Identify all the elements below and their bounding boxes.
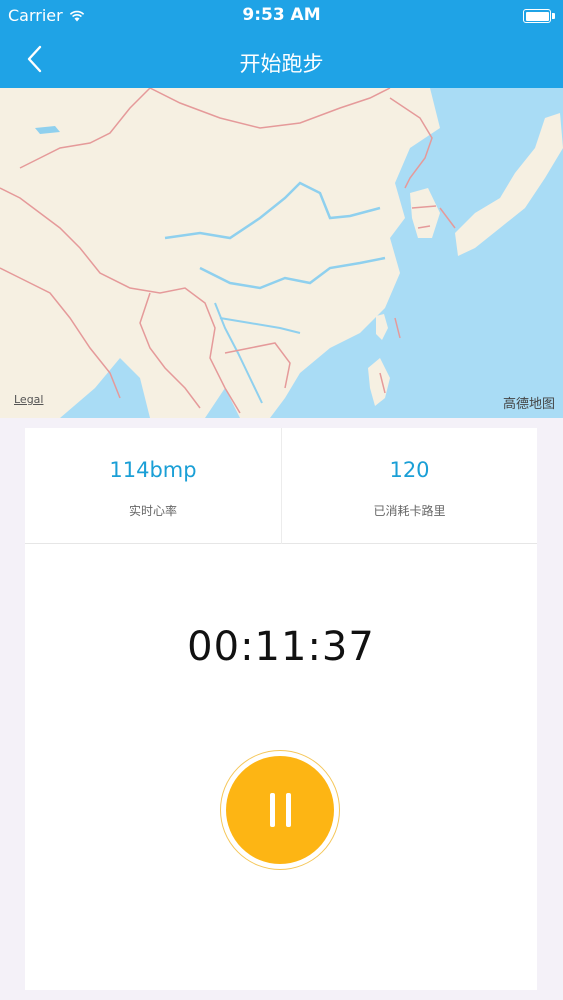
stats-row: 114bmp 实时心率 120 已消耗卡路里 <box>25 428 537 544</box>
heart-rate-label: 实时心率 <box>128 504 177 518</box>
clock: 9:53 AM <box>242 5 321 25</box>
calories-stat: 120 已消耗卡路里 <box>281 428 537 544</box>
calories-value: 120 <box>389 458 430 482</box>
map-land-philippines <box>368 358 390 406</box>
map-provider-label: 高德地图 <box>502 397 555 412</box>
heart-rate-stat: 114bmp 实时心率 <box>25 428 281 544</box>
navigation-bar: 开始跑步 <box>0 32 563 88</box>
map-view[interactable]: Legal 高德地图 <box>0 88 563 418</box>
pause-button[interactable] <box>220 750 340 870</box>
map-graphic <box>0 88 563 418</box>
page-title: 开始跑步 <box>239 52 324 76</box>
calories-label: 已消耗卡路里 <box>373 504 446 518</box>
run-panel: 114bmp 实时心率 120 已消耗卡路里 00:11:37 <box>25 428 537 990</box>
battery-icon <box>523 9 555 23</box>
pause-bar-left <box>270 793 275 827</box>
map-land-korea <box>410 188 440 238</box>
pause-bar-right <box>286 793 291 827</box>
status-bar: Carrier 9:53 AM <box>0 0 563 32</box>
pause-icon <box>226 756 334 864</box>
map-land-japan <box>455 113 563 256</box>
map-land-taiwan <box>376 314 388 340</box>
heart-rate-value: 114bmp <box>109 458 197 482</box>
map-legal-link[interactable]: Legal <box>14 393 43 406</box>
elapsed-timer: 00:11:37 <box>187 624 375 670</box>
